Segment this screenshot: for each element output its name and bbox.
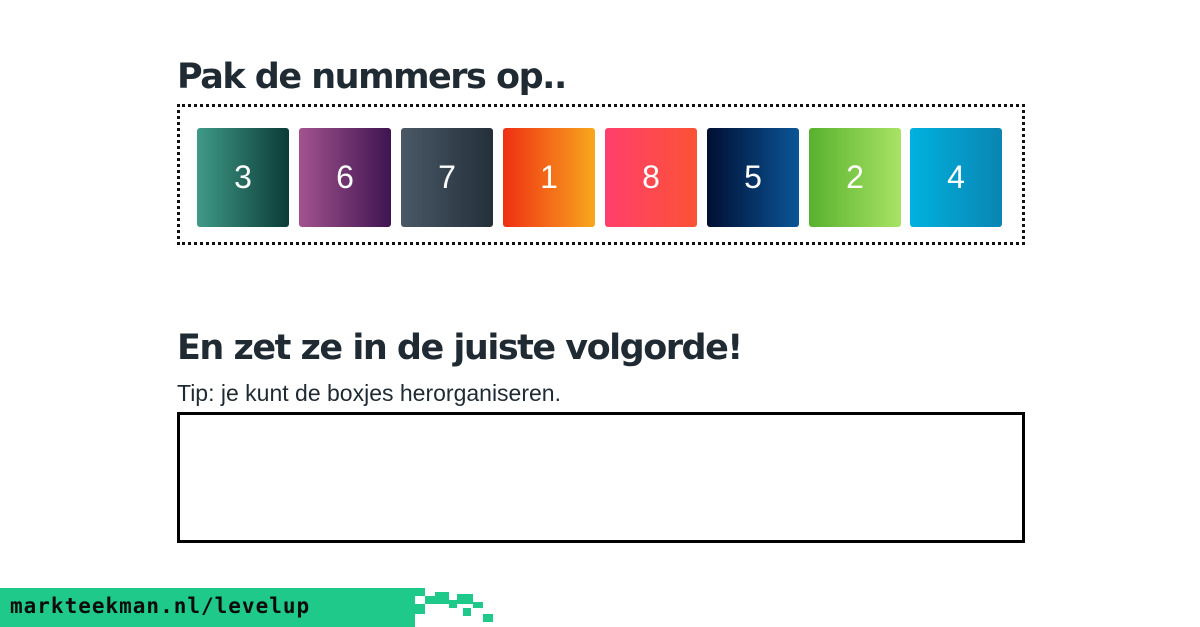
number-tile[interactable]: 4 xyxy=(910,128,1002,227)
tip-text: Tip: je kunt de boxjes herorganiseren. xyxy=(177,380,561,406)
heading-put-in-order: En zet ze in de juiste volgorde! xyxy=(177,328,743,368)
number-tiles-container[interactable]: 3 6 7 1 8 5 2 4 xyxy=(177,104,1025,245)
number-tile[interactable]: 8 xyxy=(605,128,697,227)
footer-url-link[interactable]: markteekman.nl/levelup xyxy=(10,596,310,617)
number-tile[interactable]: 7 xyxy=(401,128,493,227)
number-tile[interactable]: 5 xyxy=(707,128,799,227)
number-tile[interactable]: 2 xyxy=(809,128,901,227)
number-tile[interactable]: 6 xyxy=(299,128,391,227)
heading-pick-numbers: Pak de nummers op.. xyxy=(177,57,567,97)
number-tile[interactable]: 1 xyxy=(503,128,595,227)
drop-zone[interactable] xyxy=(177,412,1025,543)
number-tile[interactable]: 3 xyxy=(197,128,289,227)
